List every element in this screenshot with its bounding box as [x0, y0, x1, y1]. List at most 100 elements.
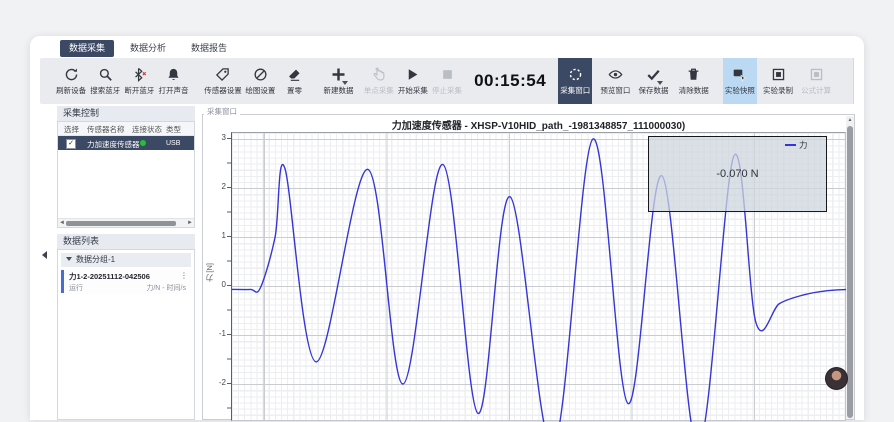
chevron-down-icon[interactable]: [657, 81, 663, 85]
refresh-button[interactable]: 刷新设备: [54, 58, 88, 104]
y-tick-label: -2: [208, 378, 226, 387]
stop-button[interactable]: 停止采集: [430, 58, 464, 104]
toolbar-button-label: 刷新设备: [56, 85, 86, 96]
collection-control-header: 采集控制: [57, 106, 195, 121]
dashed-circle-icon: [568, 67, 583, 82]
toolbar-button-label: 采集窗口: [560, 85, 590, 96]
table-row-sensor[interactable]: ✓ 力加速度传感器 USB: [58, 136, 194, 150]
vscrollbar-thumb[interactable]: [847, 126, 853, 418]
toolbar-button-label: 断开蓝牙: [124, 85, 154, 96]
y-tick-label: -1: [208, 329, 226, 338]
avatar[interactable]: [825, 367, 848, 390]
data-item-axes: 力/N - 时间/s: [146, 283, 186, 293]
y-tick-label: 2: [208, 182, 226, 191]
data-list-header: 数据列表: [57, 234, 195, 249]
hand-point-button[interactable]: 单点采集: [362, 58, 396, 104]
toolbar-separator: [853, 58, 854, 104]
toolbar-button-label: 绘图设置: [245, 85, 275, 96]
eye-icon: [608, 67, 623, 82]
toolbar-button-label: 预览窗口: [600, 85, 630, 96]
app-window: 数据采集数据分析数据报告 刷新设备搜索蓝牙断开蓝牙打开声音传感器设置绘图设置 置零…: [30, 36, 864, 420]
data-list-item[interactable]: 力1-2-20251112-042506 ⋮ 运行 力/N - 时间/s: [61, 269, 191, 294]
formula-icon: [809, 67, 824, 82]
chevron-down-icon[interactable]: [342, 81, 348, 85]
refresh-icon: [64, 67, 79, 82]
sensor-name: 力加速度传感器: [87, 139, 140, 150]
main-tabbar: 数据采集数据分析数据报告: [60, 40, 236, 57]
toolbar-button-label: 清除数据: [679, 85, 709, 96]
col-name: 传感器名称: [87, 124, 125, 135]
annotation-value: -0.070 N: [716, 168, 758, 180]
trash-icon: [686, 67, 701, 82]
search-button[interactable]: 搜索蓝牙: [88, 58, 122, 104]
plot-settings-button[interactable]: 绘图设置: [243, 58, 277, 104]
col-select: 选择: [64, 124, 79, 135]
plot-settings-icon: [253, 67, 268, 82]
snapshot-button[interactable]: 实验快照: [723, 58, 757, 104]
bell-button[interactable]: 打开声音: [156, 58, 190, 104]
eraser-icon: [287, 67, 302, 82]
toolbar-button-label: 停止采集: [432, 85, 462, 96]
item-accent-bar: [61, 270, 64, 293]
sensor-checkbox[interactable]: ✓: [66, 139, 76, 149]
record-icon: [771, 67, 786, 82]
check-icon: [646, 67, 661, 82]
item-menu-icon[interactable]: ⋮: [180, 271, 188, 280]
status-dot: [140, 140, 146, 146]
stop-icon: [440, 67, 455, 82]
chart-title: 力加速度传感器 - XHSP-V10HID_path_-1981348857_1…: [231, 117, 846, 132]
play-button[interactable]: 开始采集: [396, 58, 430, 104]
sensor-settings-button[interactable]: 传感器设置: [203, 58, 244, 104]
y-tick-label: 0: [208, 280, 226, 289]
toolbar-button-label: 搜索蓝牙: [90, 85, 120, 96]
horizontal-scrollbar[interactable]: ◄ ►: [58, 218, 194, 227]
trash-button[interactable]: 清除数据: [677, 58, 711, 104]
record-button[interactable]: 实验录制: [761, 58, 795, 104]
sidebar-collapse-toggle[interactable]: [42, 251, 47, 259]
elapsed-timer: 00:15:54: [474, 71, 546, 91]
main-toolbar: 刷新设备搜索蓝牙断开蓝牙打开声音传感器设置绘图设置 置零 新建数据单点采集开始采集停…: [40, 58, 854, 104]
tab-2[interactable]: 数据报告: [182, 40, 236, 57]
y-tick-label: 1: [208, 231, 226, 240]
data-group-row[interactable]: 数据分组-1: [61, 253, 191, 267]
chevron-down-icon: [66, 257, 72, 261]
tab-0[interactable]: 数据采集: [60, 40, 114, 57]
legend-label: 力: [799, 139, 808, 151]
toolbar-button-label: 公式计算: [801, 85, 831, 96]
sensor-table: 选择 传感器名称 连接状态 类型 ✓ 力加速度传感器 USB ◄ ►: [57, 121, 195, 228]
legend-line-swatch: [785, 144, 796, 147]
toolbar-button-label: 置零: [287, 85, 302, 96]
sensor-table-header: 选择 传感器名称 连接状态 类型: [58, 122, 194, 136]
toolbar-button-label: 保存数据: [639, 85, 669, 96]
play-icon: [405, 67, 420, 82]
toolbar-button-label: 开始采集: [398, 85, 428, 96]
col-status: 连接状态: [132, 124, 162, 135]
scrollbar-thumb[interactable]: [66, 221, 176, 226]
hand-point-icon: [371, 67, 386, 82]
toolbar-button-label: 单点采集: [364, 85, 394, 96]
sensor-settings-icon: [215, 67, 230, 82]
tab-1[interactable]: 数据分析: [121, 40, 175, 57]
data-group-label: 数据分组-1: [76, 255, 115, 264]
sensor-type: USB: [166, 140, 180, 147]
toolbar-button-label: 新建数据: [324, 85, 354, 96]
dashed-circle-button[interactable]: 采集窗口: [558, 58, 592, 104]
formula-button[interactable]: 公式计算: [799, 58, 833, 104]
check-button[interactable]: 保存数据: [636, 58, 670, 104]
y-tick-label: 3: [208, 133, 226, 142]
scroll-up-icon[interactable]: ▲: [846, 116, 854, 124]
scroll-right-icon[interactable]: ►: [187, 219, 193, 227]
search-icon: [98, 67, 113, 82]
col-type: 类型: [166, 124, 181, 135]
snapshot-icon: [732, 67, 747, 82]
chart-region: 力加速度传感器 - XHSP-V10HID_path_-1981348857_1…: [202, 114, 855, 420]
data-item-title: 力1-2-20251112-042506: [69, 271, 150, 282]
bluetooth-off-button[interactable]: 断开蓝牙: [122, 58, 156, 104]
toolbar-button-label: 传感器设置: [204, 85, 242, 96]
bluetooth-off-icon: [132, 67, 147, 82]
eye-button[interactable]: 预览窗口: [598, 58, 632, 104]
eraser-button[interactable]: 置零: [277, 58, 311, 104]
plus-button[interactable]: 新建数据: [321, 58, 355, 104]
scroll-left-icon[interactable]: ◄: [59, 219, 65, 227]
data-item-status: 运行: [69, 283, 83, 293]
